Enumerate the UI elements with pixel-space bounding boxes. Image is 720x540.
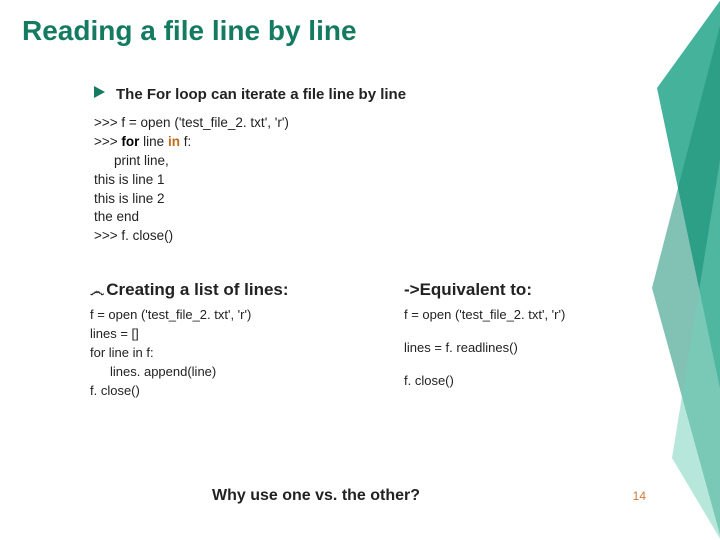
code-output-line: this is line 1 bbox=[94, 171, 698, 190]
code-line: f = open ('test_file_2. txt', 'r') bbox=[90, 306, 384, 325]
code-line: >>> f. close() bbox=[94, 227, 698, 246]
code-output-line: this is line 2 bbox=[94, 190, 698, 209]
question-text: Why use one vs. the other? bbox=[212, 487, 420, 505]
page-number: 14 bbox=[633, 489, 646, 503]
code-line: >>> f = open ('test_file_2. txt', 'r') bbox=[94, 114, 698, 133]
column-left: ෴ Creating a list of lines: f = open ('t… bbox=[90, 280, 384, 400]
play-bullet-icon bbox=[92, 85, 106, 104]
columns: ෴ Creating a list of lines: f = open ('t… bbox=[90, 280, 698, 400]
code-line: f. close() bbox=[404, 372, 698, 391]
code-line: print line, bbox=[94, 152, 698, 171]
code-text: f: bbox=[180, 134, 191, 149]
section-for-loop: The For loop can iterate a file line by … bbox=[92, 85, 698, 246]
bullet-text: The For loop can iterate a file line by … bbox=[116, 86, 406, 103]
code-output-line: the end bbox=[94, 208, 698, 227]
code-line: lines. append(line) bbox=[90, 363, 384, 382]
spacer bbox=[404, 358, 698, 372]
code-block-1: >>> f = open ('test_file_2. txt', 'r') >… bbox=[94, 114, 698, 246]
code-line: >>> for line in f: bbox=[94, 133, 698, 152]
spacer bbox=[404, 325, 698, 339]
code-line: for line in f: bbox=[90, 344, 384, 363]
bullet-row: The For loop can iterate a file line by … bbox=[92, 85, 698, 104]
column-left-body: f = open ('test_file_2. txt', 'r') lines… bbox=[90, 306, 384, 400]
column-left-heading: Creating a list of lines: bbox=[106, 280, 288, 300]
code-line: lines = f. readlines() bbox=[404, 339, 698, 358]
code-text: line bbox=[139, 134, 168, 149]
code-line: f. close() bbox=[90, 382, 384, 401]
column-left-heading-row: ෴ Creating a list of lines: bbox=[90, 280, 384, 300]
code-line: f = open ('test_file_2. txt', 'r') bbox=[404, 306, 698, 325]
column-right: ->Equivalent to: f = open ('test_file_2.… bbox=[404, 280, 698, 400]
slide: Reading a file line by line The For loop… bbox=[22, 15, 698, 525]
column-right-body: f = open ('test_file_2. txt', 'r') lines… bbox=[404, 306, 698, 391]
code-line: lines = [] bbox=[90, 325, 384, 344]
prompt-text: >>> bbox=[94, 134, 121, 149]
slide-title: Reading a file line by line bbox=[22, 15, 698, 47]
keyword-for: for bbox=[121, 134, 139, 149]
keyword-in: in bbox=[168, 134, 180, 149]
column-right-heading: ->Equivalent to: bbox=[404, 280, 532, 300]
column-right-heading-row: ->Equivalent to: bbox=[404, 280, 698, 300]
squiggle-bullet-icon: ෴ bbox=[90, 284, 101, 299]
